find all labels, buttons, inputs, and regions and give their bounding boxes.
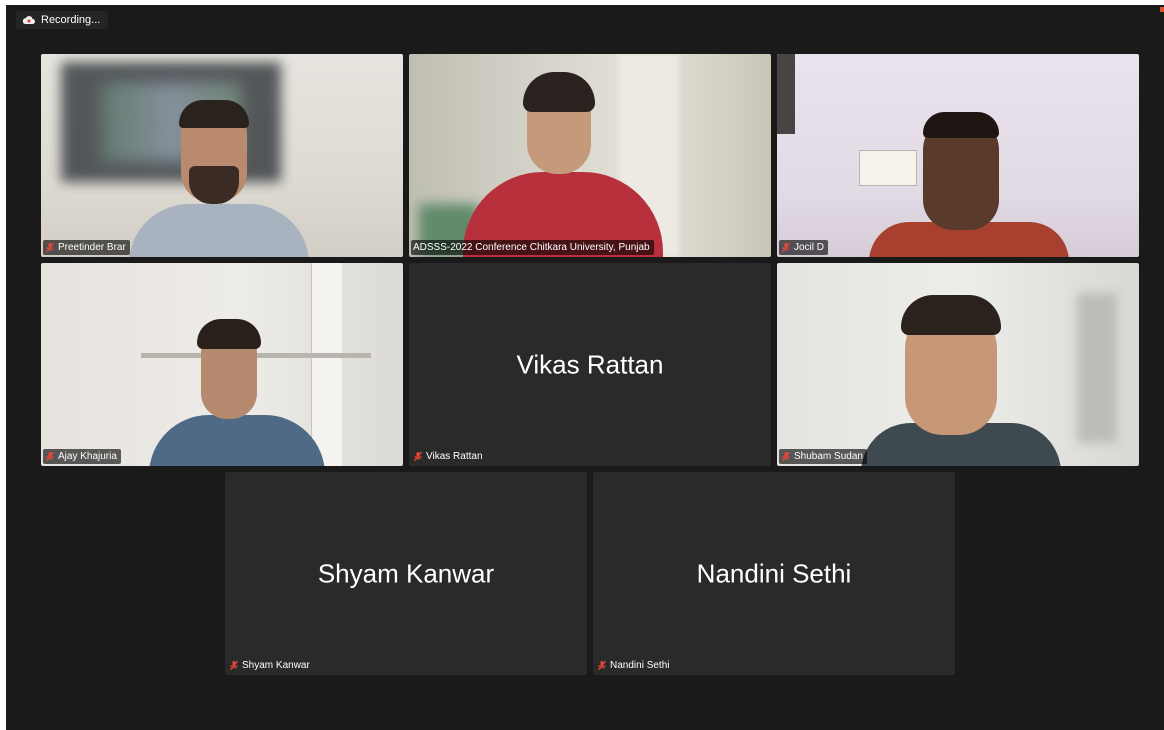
participant-display-name: Shyam Kanwar [317,558,495,588]
recording-indicator[interactable]: Recording... [16,11,109,29]
video-tile-vikas-rattan[interactable]: Vikas Rattan Vikas Rattan [409,263,771,466]
mic-muted-icon [414,451,422,462]
participant-name: Shyam Kanwar [242,660,310,671]
mic-muted-icon [782,451,790,462]
video-tile-ajay-khajuria[interactable]: Ajay Khajuria [41,263,403,466]
participant-name-tag: Preetinder Brar [43,240,130,255]
video-tile-jocil-d[interactable]: Jocil D [777,54,1139,257]
participant-name-tag: Jocil D [779,240,829,255]
participant-name: Nandini Sethi [610,660,670,671]
mic-muted-icon [782,242,790,253]
participant-name: Preetinder Brar [58,242,126,253]
video-tile-nandini-sethi[interactable]: Nandini Sethi Nandini Sethi [593,472,955,675]
participant-name-tag: Ajay Khajuria [43,449,121,464]
mic-muted-icon [46,242,54,253]
video-tile-preetinder-brar[interactable]: Preetinder Brar [41,54,403,257]
participant-name: Shubam Sudan [794,451,863,462]
participant-display-name: Nandini Sethi [696,558,852,588]
mic-muted-icon [46,451,54,462]
participant-name: Ajay Khajuria [58,451,117,462]
participant-name-tag: Shubam Sudan [779,449,867,464]
mic-muted-icon [230,660,238,671]
participant-name-tag: Vikas Rattan [411,449,487,464]
meeting-window: Recording... Preetinder Brar ADSSS-2022 … [6,5,1164,730]
recording-label: Recording... [41,14,101,26]
participant-name: ADSSS-2022 Conference Chitkara Universit… [413,242,650,253]
participant-name: Vikas Rattan [426,451,483,462]
window-corner-indicator [1160,7,1164,12]
video-tile-shubam-sudan[interactable]: Shubam Sudan [777,263,1139,466]
video-tile-adsss-2022-conference[interactable]: ADSSS-2022 Conference Chitkara Universit… [409,54,771,257]
participant-name-tag: Nandini Sethi [595,658,673,673]
mic-muted-icon [598,660,606,671]
participant-name-tag: ADSSS-2022 Conference Chitkara Universit… [411,240,654,255]
participant-display-name: Vikas Rattan [516,349,664,379]
participant-name: Jocil D [794,242,825,253]
cloud-record-icon [22,16,35,24]
participant-name-tag: Shyam Kanwar [227,658,314,673]
video-tile-shyam-kanwar[interactable]: Shyam Kanwar Shyam Kanwar [225,472,587,675]
